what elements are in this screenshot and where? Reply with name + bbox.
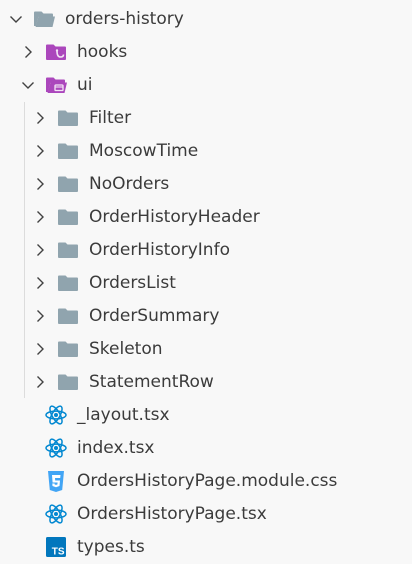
folder-moscowtime[interactable]: MoscowTime — [0, 134, 412, 167]
file-index-tsx[interactable]: index.tsx — [0, 431, 412, 464]
tree-item-label: OrdersHistoryPage.tsx — [77, 504, 267, 524]
folder-icon — [56, 106, 80, 130]
folder-icon — [56, 370, 80, 394]
file-layout-tsx[interactable]: _layout.tsx — [0, 398, 412, 431]
folder-icon — [56, 139, 80, 163]
folder-hooks[interactable]: hooks — [0, 35, 412, 68]
tree-item-label: MoscowTime — [89, 141, 199, 161]
folder-icon — [56, 304, 80, 328]
file-ordershistorypage-module-css[interactable]: OrdersHistoryPage.module.css — [0, 464, 412, 497]
folder-skeleton[interactable]: Skeleton — [0, 332, 412, 365]
react-icon — [44, 436, 68, 460]
chevron-right-icon[interactable] — [32, 341, 48, 357]
react-icon — [44, 403, 68, 427]
tree-item-label: ui — [77, 75, 93, 95]
file-explorer-tree: orders-history hooks ui Filter MoscowTime NoO… — [0, 0, 412, 564]
chevron-right-icon[interactable] — [32, 374, 48, 390]
folder-icon — [56, 238, 80, 262]
react-icon — [44, 502, 68, 526]
tree-item-label: index.tsx — [77, 438, 155, 458]
chevron-right-icon[interactable] — [32, 110, 48, 126]
tree-item-label: Filter — [89, 108, 132, 128]
folder-icon — [56, 205, 80, 229]
chevron-right-icon[interactable] — [20, 44, 36, 60]
file-types-ts[interactable]: TS types.ts — [0, 530, 412, 563]
tree-item-label: types.ts — [77, 537, 145, 557]
chevron-down-icon[interactable] — [20, 77, 36, 93]
chevron-right-icon[interactable] — [32, 275, 48, 291]
folder-filter[interactable]: Filter — [0, 101, 412, 134]
tree-item-label: OrdersList — [89, 273, 176, 293]
tree-item-label: hooks — [77, 42, 128, 62]
tree-item-label: _layout.tsx — [77, 405, 170, 425]
tree-item-label: OrderHistoryInfo — [89, 240, 230, 260]
tree-item-label: orders-history — [65, 9, 184, 29]
folder-icon — [56, 172, 80, 196]
chevron-right-icon[interactable] — [32, 143, 48, 159]
folder-orderslist[interactable]: OrdersList — [0, 266, 412, 299]
css-icon — [44, 469, 68, 493]
tree-item-label: OrderHistoryHeader — [89, 207, 260, 227]
folder-statementrow[interactable]: StatementRow — [0, 365, 412, 398]
folder-open-icon — [32, 7, 56, 31]
folder-icon — [56, 337, 80, 361]
tree-item-label: NoOrders — [89, 174, 170, 194]
chevron-right-icon[interactable] — [32, 209, 48, 225]
file-ordershistorypage-tsx[interactable]: OrdersHistoryPage.tsx — [0, 497, 412, 530]
typescript-icon: TS — [44, 535, 68, 559]
tree-item-label: Skeleton — [89, 339, 163, 359]
chevron-right-icon[interactable] — [32, 242, 48, 258]
folder-orderhistoryheader[interactable]: OrderHistoryHeader — [0, 200, 412, 233]
tree-item-label: StatementRow — [89, 372, 214, 392]
folder-icon — [56, 271, 80, 295]
folder-ordersummary[interactable]: OrderSummary — [0, 299, 412, 332]
tree-item-label: OrdersHistoryPage.module.css — [77, 471, 338, 491]
folder-orders-history[interactable]: orders-history — [0, 2, 412, 35]
tree-item-label: OrderSummary — [89, 306, 220, 326]
folder-ui-open-icon — [44, 73, 68, 97]
folder-orderhistoryinfo[interactable]: OrderHistoryInfo — [0, 233, 412, 266]
chevron-right-icon[interactable] — [32, 176, 48, 192]
folder-ui[interactable]: ui — [0, 68, 412, 101]
chevron-down-icon[interactable] — [8, 11, 24, 27]
chevron-right-icon[interactable] — [32, 308, 48, 324]
folder-noorders[interactable]: NoOrders — [0, 167, 412, 200]
folder-hooks-icon — [44, 40, 68, 64]
svg-text:TS: TS — [52, 547, 65, 558]
